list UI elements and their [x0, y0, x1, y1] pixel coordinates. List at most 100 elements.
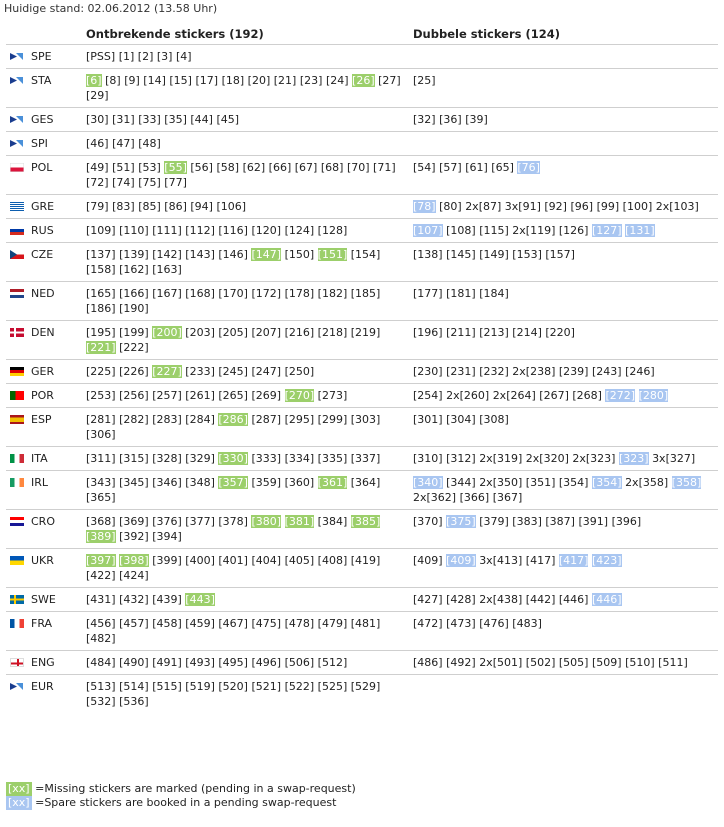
- double-sticker[interactable]: 2x[238]: [512, 365, 555, 378]
- missing-sticker[interactable]: [385]: [350, 515, 381, 528]
- missing-sticker[interactable]: [384]: [318, 515, 348, 528]
- double-sticker[interactable]: [100]: [623, 200, 653, 213]
- double-sticker[interactable]: 2x[501]: [479, 656, 522, 669]
- missing-sticker[interactable]: [166]: [119, 287, 149, 300]
- missing-sticker[interactable]: [71]: [373, 161, 396, 174]
- double-sticker[interactable]: [99]: [597, 200, 620, 213]
- missing-sticker[interactable]: [482]: [86, 632, 116, 645]
- missing-sticker[interactable]: [357]: [218, 476, 248, 489]
- double-sticker[interactable]: 2x[103]: [656, 200, 699, 213]
- missing-sticker[interactable]: [70]: [347, 161, 370, 174]
- double-sticker[interactable]: [80]: [439, 200, 462, 213]
- missing-sticker[interactable]: [49]: [86, 161, 109, 174]
- missing-sticker[interactable]: [195]: [86, 326, 116, 339]
- missing-sticker[interactable]: [522]: [285, 680, 315, 693]
- missing-sticker[interactable]: [346]: [152, 476, 182, 489]
- missing-sticker[interactable]: [225]: [86, 365, 116, 378]
- double-sticker[interactable]: [107]: [413, 224, 443, 237]
- missing-sticker[interactable]: [513]: [86, 680, 116, 693]
- double-sticker[interactable]: [391]: [578, 515, 608, 528]
- missing-sticker[interactable]: [219]: [351, 326, 381, 339]
- missing-sticker[interactable]: [484]: [86, 656, 116, 669]
- double-sticker[interactable]: [351]: [526, 476, 556, 489]
- double-sticker[interactable]: [476]: [479, 617, 509, 630]
- missing-sticker[interactable]: [303]: [351, 413, 381, 426]
- missing-sticker[interactable]: [178]: [285, 287, 315, 300]
- missing-sticker[interactable]: [335]: [318, 452, 348, 465]
- double-sticker[interactable]: [510]: [625, 656, 655, 669]
- double-sticker[interactable]: [366]: [460, 491, 490, 504]
- double-sticker[interactable]: 2x[323]: [572, 452, 615, 465]
- missing-sticker[interactable]: [46]: [86, 137, 109, 150]
- double-sticker[interactable]: [379]: [479, 515, 509, 528]
- missing-sticker[interactable]: [532]: [86, 695, 116, 708]
- double-sticker[interactable]: [502]: [526, 656, 556, 669]
- missing-sticker[interactable]: [48]: [138, 137, 161, 150]
- missing-sticker[interactable]: [525]: [318, 680, 348, 693]
- double-sticker[interactable]: [230]: [413, 365, 443, 378]
- missing-sticker[interactable]: [120]: [251, 224, 281, 237]
- double-sticker[interactable]: [267]: [539, 389, 569, 402]
- missing-sticker[interactable]: [9]: [124, 74, 140, 87]
- double-sticker[interactable]: [254]: [413, 389, 443, 402]
- missing-sticker[interactable]: [284]: [185, 413, 215, 426]
- missing-sticker[interactable]: [44]: [190, 113, 213, 126]
- missing-sticker[interactable]: [378]: [218, 515, 248, 528]
- missing-sticker[interactable]: [218]: [318, 326, 348, 339]
- missing-sticker[interactable]: [479]: [318, 617, 348, 630]
- missing-sticker[interactable]: [226]: [119, 365, 149, 378]
- missing-sticker[interactable]: [334]: [285, 452, 315, 465]
- missing-sticker[interactable]: [146]: [218, 248, 248, 261]
- missing-sticker[interactable]: [128]: [318, 224, 348, 237]
- missing-sticker[interactable]: [443]: [185, 593, 215, 606]
- missing-sticker[interactable]: [286]: [218, 413, 248, 426]
- missing-sticker[interactable]: [110]: [119, 224, 149, 237]
- double-sticker[interactable]: 3x[327]: [652, 452, 695, 465]
- double-sticker[interactable]: [417]: [526, 554, 556, 567]
- missing-sticker[interactable]: [112]: [185, 224, 215, 237]
- double-sticker[interactable]: [446]: [591, 593, 622, 606]
- missing-sticker[interactable]: [369]: [119, 515, 149, 528]
- double-sticker[interactable]: [25]: [413, 74, 436, 87]
- double-sticker[interactable]: [177]: [413, 287, 443, 300]
- missing-sticker[interactable]: [24]: [326, 74, 349, 87]
- missing-sticker[interactable]: [330]: [218, 452, 248, 465]
- double-sticker[interactable]: [220]: [545, 326, 575, 339]
- missing-sticker[interactable]: [17]: [195, 74, 218, 87]
- double-sticker[interactable]: [280]: [638, 389, 669, 402]
- missing-sticker[interactable]: [364]: [351, 476, 381, 489]
- double-sticker[interactable]: [78]: [413, 200, 436, 213]
- double-sticker[interactable]: [509]: [592, 656, 622, 669]
- double-sticker[interactable]: [428]: [446, 593, 476, 606]
- missing-sticker[interactable]: [167]: [152, 287, 182, 300]
- missing-sticker[interactable]: [83]: [112, 200, 135, 213]
- missing-sticker[interactable]: [58]: [216, 161, 239, 174]
- double-sticker[interactable]: [96]: [570, 200, 593, 213]
- missing-sticker[interactable]: [253]: [86, 389, 116, 402]
- missing-sticker[interactable]: [269]: [251, 389, 281, 402]
- double-sticker[interactable]: 2x[319]: [479, 452, 522, 465]
- missing-sticker[interactable]: [154]: [351, 248, 381, 261]
- missing-sticker[interactable]: [29]: [86, 89, 109, 102]
- missing-sticker[interactable]: [281]: [86, 413, 116, 426]
- missing-sticker[interactable]: [199]: [119, 326, 149, 339]
- missing-sticker[interactable]: [15]: [169, 74, 192, 87]
- missing-sticker[interactable]: [261]: [185, 389, 215, 402]
- missing-sticker[interactable]: [365]: [86, 491, 116, 504]
- double-sticker[interactable]: [92]: [544, 200, 567, 213]
- missing-sticker[interactable]: [287]: [251, 413, 281, 426]
- double-sticker[interactable]: [108]: [446, 224, 476, 237]
- missing-sticker[interactable]: [221]: [86, 341, 116, 354]
- missing-sticker[interactable]: [408]: [318, 554, 348, 567]
- double-sticker[interactable]: [409]: [446, 554, 476, 567]
- missing-sticker[interactable]: [337]: [351, 452, 381, 465]
- missing-sticker[interactable]: [256]: [119, 389, 149, 402]
- double-sticker[interactable]: [387]: [545, 515, 575, 528]
- double-sticker[interactable]: [354]: [591, 476, 622, 489]
- missing-sticker[interactable]: [139]: [119, 248, 149, 261]
- double-sticker[interactable]: [65]: [491, 161, 514, 174]
- missing-sticker[interactable]: [392]: [119, 530, 149, 543]
- missing-sticker[interactable]: [200]: [152, 326, 182, 339]
- double-sticker[interactable]: [308]: [479, 413, 509, 426]
- missing-sticker[interactable]: [45]: [216, 113, 239, 126]
